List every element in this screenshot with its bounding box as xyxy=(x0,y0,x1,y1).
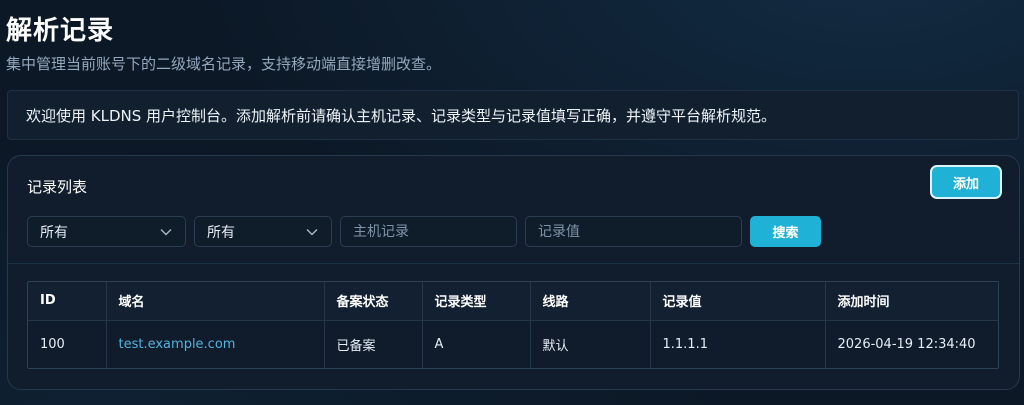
search-button[interactable]: 搜索 xyxy=(750,216,821,247)
cell-id: 100 xyxy=(28,320,107,368)
cell-filing-status: 已备案 xyxy=(324,320,423,368)
panel-title: 记录列表 xyxy=(27,178,88,196)
cell-record-type: A xyxy=(422,320,531,368)
column-header-added-time: 添加时间 xyxy=(825,282,998,321)
type-select-value: 所有 xyxy=(207,224,235,241)
host-record-input[interactable] xyxy=(353,223,504,240)
cell-record-value: 1.1.1.1 xyxy=(650,320,826,368)
divider xyxy=(8,263,1019,264)
column-header-line: 线路 xyxy=(530,282,651,321)
record-value-field xyxy=(525,216,742,247)
notice-banner: 欢迎使用 KLDNS 用户控制台。添加解析前请确认主机记录、记录类型与记录值填写… xyxy=(7,90,1019,140)
table-row: 100 test.example.com 已备案 A 默认 1.1.1.1 20… xyxy=(28,320,998,368)
column-header-domain: 域名 xyxy=(106,282,325,321)
table-header-row: ID 域名 备案状态 记录类型 线路 记录值 添加时间 xyxy=(28,282,998,321)
host-record-field xyxy=(340,216,517,247)
add-record-button[interactable]: 添加 xyxy=(930,165,1002,199)
column-header-record-type: 记录类型 xyxy=(422,282,531,321)
page-subtitle: 集中管理当前账号下的二级域名记录，支持移动端直接增删改查。 xyxy=(6,55,442,73)
domain-select-value: 所有 xyxy=(40,224,68,241)
record-value-input[interactable] xyxy=(538,223,729,240)
cell-added-time: 2026-04-19 12:34:40 xyxy=(825,320,998,368)
column-header-filing-status: 备案状态 xyxy=(324,282,423,321)
domain-select[interactable]: 所有 xyxy=(27,216,186,247)
cell-line: 默认 xyxy=(530,320,651,368)
cell-domain-link[interactable]: test.example.com xyxy=(106,320,325,368)
records-table: ID 域名 备案状态 记录类型 线路 记录值 添加时间 100 test.exa… xyxy=(27,281,999,369)
column-header-record-value: 记录值 xyxy=(650,282,826,321)
notice-text: 欢迎使用 KLDNS 用户控制台。添加解析前请确认主机记录、记录类型与记录值填写… xyxy=(26,106,777,125)
page-title: 解析记录 xyxy=(6,16,115,46)
chevron-down-icon xyxy=(159,225,173,239)
chevron-down-icon xyxy=(305,225,319,239)
records-panel: 记录列表 添加 所有 所有 搜索 ID 域名 备 xyxy=(7,155,1020,390)
column-header-id: ID xyxy=(28,282,107,321)
type-select[interactable]: 所有 xyxy=(194,216,332,247)
